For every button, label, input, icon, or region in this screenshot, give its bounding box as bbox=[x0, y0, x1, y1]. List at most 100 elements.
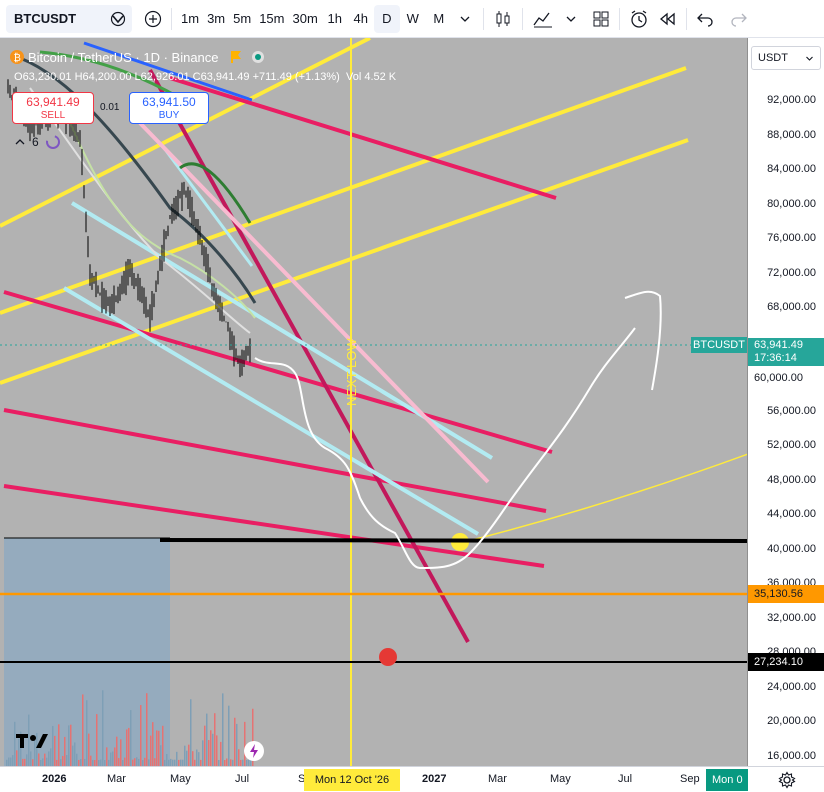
symbol-search[interactable]: BTCUSDT bbox=[6, 4, 132, 33]
chevron-down-icon bbox=[806, 56, 813, 61]
interval-30m[interactable]: 30m bbox=[288, 5, 321, 33]
spread-value: 0.01 bbox=[100, 102, 120, 113]
chevron-down-icon[interactable] bbox=[558, 5, 584, 33]
chevron-up-icon[interactable] bbox=[14, 136, 26, 148]
time-label: 2027 bbox=[422, 773, 447, 785]
volume-bar bbox=[58, 724, 60, 766]
volume-bar bbox=[50, 748, 52, 766]
volume-bar bbox=[160, 745, 162, 766]
volume-bar bbox=[48, 751, 50, 766]
lightning-icon[interactable] bbox=[244, 741, 264, 761]
right-date-label: Mon 0 bbox=[706, 769, 748, 791]
sell-button[interactable]: 63,941.49 SELL bbox=[12, 92, 94, 124]
axis-corner bbox=[748, 766, 824, 792]
price-tick: 92,000.00 bbox=[767, 94, 816, 106]
interval-1m[interactable]: 1m bbox=[177, 5, 203, 33]
volume-bar bbox=[10, 757, 12, 766]
alert-eye-icon[interactable] bbox=[110, 11, 126, 27]
price-tick: 52,000.00 bbox=[767, 439, 816, 452]
volume-bar bbox=[80, 759, 82, 766]
separator bbox=[171, 7, 172, 30]
chevron-down-icon[interactable] bbox=[452, 5, 478, 33]
interval-d[interactable]: D bbox=[373, 4, 400, 33]
volume-bar bbox=[52, 725, 54, 766]
volume-bar bbox=[22, 758, 24, 766]
add-symbol-icon[interactable] bbox=[140, 5, 166, 33]
volume-bar bbox=[64, 736, 66, 766]
price-axis[interactable]: USDT 92,000.00 88,000.00 84,000.00 80,000.0… bbox=[748, 38, 824, 766]
flag-icon[interactable] bbox=[229, 50, 243, 64]
volume-bar bbox=[186, 750, 188, 766]
interval-m[interactable]: M bbox=[426, 5, 452, 33]
volume-bar bbox=[90, 755, 92, 766]
volume-bar bbox=[210, 730, 212, 766]
volume-bar bbox=[154, 758, 156, 766]
volume-bar bbox=[140, 705, 142, 766]
candles-icon[interactable] bbox=[489, 5, 517, 33]
interval-15m[interactable]: 15m bbox=[255, 5, 288, 33]
volume-bar bbox=[170, 758, 172, 766]
volume-bar bbox=[88, 733, 90, 766]
volume-bar bbox=[184, 745, 186, 766]
volume-bar bbox=[86, 700, 88, 766]
indicator-toggle[interactable]: 6 bbox=[14, 134, 61, 150]
volume-bar bbox=[18, 738, 20, 766]
volume-bar bbox=[110, 752, 112, 766]
time-label: Jul bbox=[235, 773, 250, 785]
volume-bar bbox=[152, 722, 154, 766]
next-low-label: NEXT LOW bbox=[344, 338, 359, 406]
volume-bar bbox=[148, 759, 150, 766]
change-value: +711.49 (+1.13%) bbox=[252, 71, 340, 83]
time-label: Mar bbox=[107, 773, 126, 785]
interval-w[interactable]: W bbox=[400, 5, 426, 33]
volume-bar bbox=[162, 725, 164, 766]
interval-4h[interactable]: 4h bbox=[348, 5, 374, 33]
chart-pane[interactable]: NEXT LOW ₿ Bitcoin / TetherUS · 1D · Bin… bbox=[0, 38, 748, 766]
replay-icon[interactable] bbox=[653, 5, 681, 33]
volume-bar bbox=[36, 732, 38, 766]
sell-price: 63,941.49 bbox=[26, 95, 80, 109]
volume-bar bbox=[76, 753, 78, 766]
interval-5m[interactable]: 5m bbox=[229, 5, 255, 33]
volume-bar bbox=[16, 750, 18, 766]
currency-select[interactable]: USDT bbox=[751, 46, 821, 70]
pink-trend-line bbox=[138, 121, 490, 484]
support-level-line bbox=[159, 538, 747, 543]
volume-bar bbox=[146, 693, 148, 766]
magenta-trend-line bbox=[3, 290, 553, 454]
volume-bar bbox=[192, 751, 194, 766]
gear-icon[interactable] bbox=[778, 771, 796, 789]
volume-bar bbox=[118, 758, 120, 766]
indicators-icon[interactable] bbox=[528, 5, 558, 33]
volume-bar bbox=[144, 757, 146, 766]
price-tick: 80,000.00 bbox=[767, 197, 816, 210]
volume-bar bbox=[220, 741, 222, 766]
interval-3m[interactable]: 3m bbox=[203, 5, 229, 33]
volume-bar bbox=[128, 727, 130, 766]
time-label: May bbox=[550, 773, 571, 785]
volume-bar bbox=[190, 699, 192, 766]
alert-clock-icon[interactable] bbox=[625, 5, 653, 33]
crosshair-date-label: Mon 12 Oct '26 bbox=[304, 769, 400, 791]
layout-grid-icon[interactable] bbox=[588, 5, 614, 33]
interval-1h[interactable]: 1h bbox=[322, 5, 348, 33]
volume-value: 4.52 K bbox=[364, 71, 397, 83]
volume-bar bbox=[96, 714, 98, 766]
volume-bar bbox=[70, 724, 72, 766]
time-axis[interactable]: 2026 Mar May Jul Sep 2027 Mar May Jul Se… bbox=[0, 766, 748, 792]
volume-bar bbox=[216, 735, 218, 766]
volume-bar bbox=[38, 753, 40, 766]
separator bbox=[521, 7, 523, 30]
volume-bar bbox=[34, 736, 36, 766]
volume-bar bbox=[84, 758, 86, 766]
volume-bar bbox=[44, 753, 46, 766]
undo-icon[interactable] bbox=[692, 5, 718, 33]
volume-bar bbox=[124, 757, 126, 766]
volume-bar bbox=[150, 735, 152, 766]
volume-bar bbox=[116, 736, 118, 766]
volume-bar bbox=[62, 755, 64, 766]
redo-icon[interactable] bbox=[726, 5, 752, 33]
buy-button[interactable]: 63,941.50 BUY bbox=[129, 92, 209, 124]
time-label: Mar bbox=[488, 773, 507, 785]
volume-bar bbox=[234, 717, 236, 766]
